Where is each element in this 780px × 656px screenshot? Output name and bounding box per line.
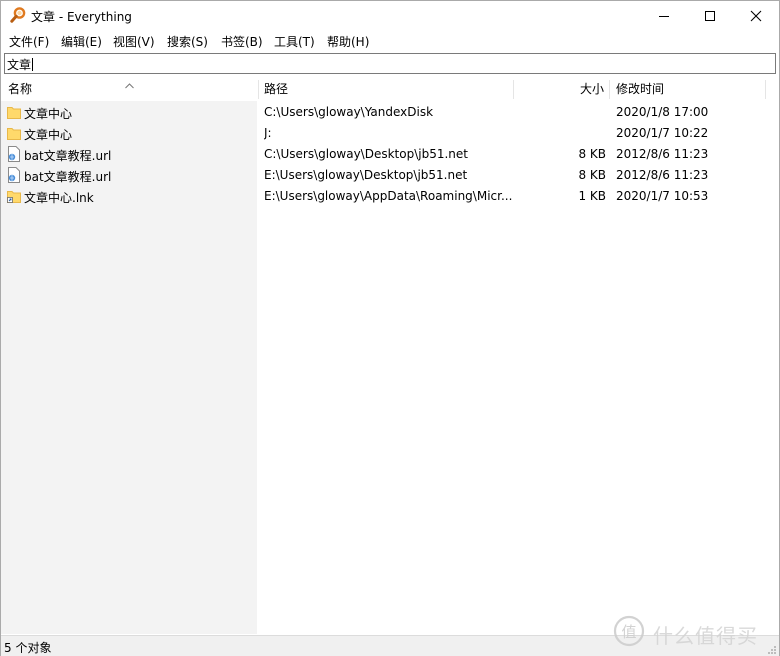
url-file-icon xyxy=(7,146,21,162)
url-file-icon xyxy=(7,167,21,183)
column-divider[interactable] xyxy=(258,80,259,99)
result-path: E:\Users\gloway\Desktop\jb51.net xyxy=(264,168,468,182)
folder-shortcut-icon xyxy=(7,188,21,204)
everything-window: 文章 - Everything 文件(F) 编辑(E) 视图(V) 搜索(S) … xyxy=(0,0,780,656)
zhi-logo-icon: 值 xyxy=(613,615,645,647)
menu-search[interactable]: 搜索(S) xyxy=(167,33,208,50)
result-row[interactable]: 文章中心 J: 2020/1/7 10:22 xyxy=(1,123,779,144)
search-input[interactable]: 文章 xyxy=(4,53,776,74)
result-row[interactable]: bat文章教程.url E:\Users\gloway\Desktop\jb51… xyxy=(1,165,779,186)
menu-bookmarks[interactable]: 书签(B) xyxy=(221,33,263,50)
svg-text:值: 值 xyxy=(621,623,636,641)
result-modified: 2020/1/7 10:53 xyxy=(616,189,709,203)
result-modified: 2012/8/6 11:23 xyxy=(616,168,709,182)
result-path: J: xyxy=(264,126,272,140)
maximize-icon xyxy=(705,10,715,21)
sort-ascending-icon xyxy=(125,78,134,89)
column-divider[interactable] xyxy=(513,80,514,99)
maximize-button[interactable] xyxy=(687,1,733,30)
result-name: 文章中心 xyxy=(24,128,73,142)
result-name: bat文章教程.url xyxy=(24,170,112,184)
watermark-text: 什么值得买 xyxy=(653,624,758,648)
menu-tools[interactable]: 工具(T) xyxy=(274,33,315,50)
result-modified: 2020/1/8 17:00 xyxy=(616,105,709,119)
text-caret xyxy=(32,58,34,71)
column-header-size[interactable]: 大小 xyxy=(580,78,604,101)
menu-bar: 文件(F) 编辑(E) 视图(V) 搜索(S) 书签(B) 工具(T) 帮助(H… xyxy=(1,30,779,50)
folder-icon xyxy=(7,125,21,141)
column-header-modified[interactable]: 修改时间 xyxy=(616,78,664,101)
minimize-button[interactable] xyxy=(641,1,687,30)
close-icon xyxy=(750,10,762,21)
minimize-icon xyxy=(659,15,669,17)
result-row[interactable]: 文章中心 C:\Users\gloway\YandexDisk 2020/1/8… xyxy=(1,102,779,123)
result-row[interactable]: 文章中心.lnk E:\Users\gloway\AppData\Roaming… xyxy=(1,186,779,207)
menu-view[interactable]: 视图(V) xyxy=(113,33,155,50)
result-size: 1 KB xyxy=(578,189,606,203)
search-query-text: 文章 xyxy=(7,58,32,72)
result-size: 8 KB xyxy=(578,147,606,161)
result-path: C:\Users\gloway\YandexDisk xyxy=(264,105,434,119)
result-row[interactable]: bat文章教程.url C:\Users\gloway\Desktop\jb51… xyxy=(1,144,779,165)
result-name: 文章中心.lnk xyxy=(24,191,94,205)
close-button[interactable] xyxy=(733,1,779,30)
result-name: bat文章教程.url xyxy=(24,149,112,163)
window-title: 文章 - Everything xyxy=(31,10,132,24)
result-path: E:\Users\gloway\AppData\Roaming\Micr... xyxy=(264,189,512,203)
title-bar[interactable]: 文章 - Everything xyxy=(1,1,779,30)
object-count: 5 个对象 xyxy=(4,641,52,655)
result-path: C:\Users\gloway\Desktop\jb51.net xyxy=(264,147,468,161)
watermark: 值 什么值得买 xyxy=(613,613,778,649)
results-column-header: 名称 路径 大小 修改时间 xyxy=(1,78,779,101)
menu-file[interactable]: 文件(F) xyxy=(9,33,49,50)
menu-edit[interactable]: 编辑(E) xyxy=(61,33,102,50)
folder-icon xyxy=(7,104,21,120)
menu-help[interactable]: 帮助(H) xyxy=(327,33,369,50)
result-modified: 2012/8/6 11:23 xyxy=(616,147,709,161)
result-name: 文章中心 xyxy=(24,107,73,121)
column-header-name[interactable]: 名称 xyxy=(8,78,32,101)
column-divider[interactable] xyxy=(765,80,766,99)
everything-magnifier-icon xyxy=(10,7,26,23)
result-modified: 2020/1/7 10:22 xyxy=(616,126,709,140)
column-header-path[interactable]: 路径 xyxy=(264,78,288,101)
result-size: 8 KB xyxy=(578,168,606,182)
column-divider[interactable] xyxy=(609,80,610,99)
